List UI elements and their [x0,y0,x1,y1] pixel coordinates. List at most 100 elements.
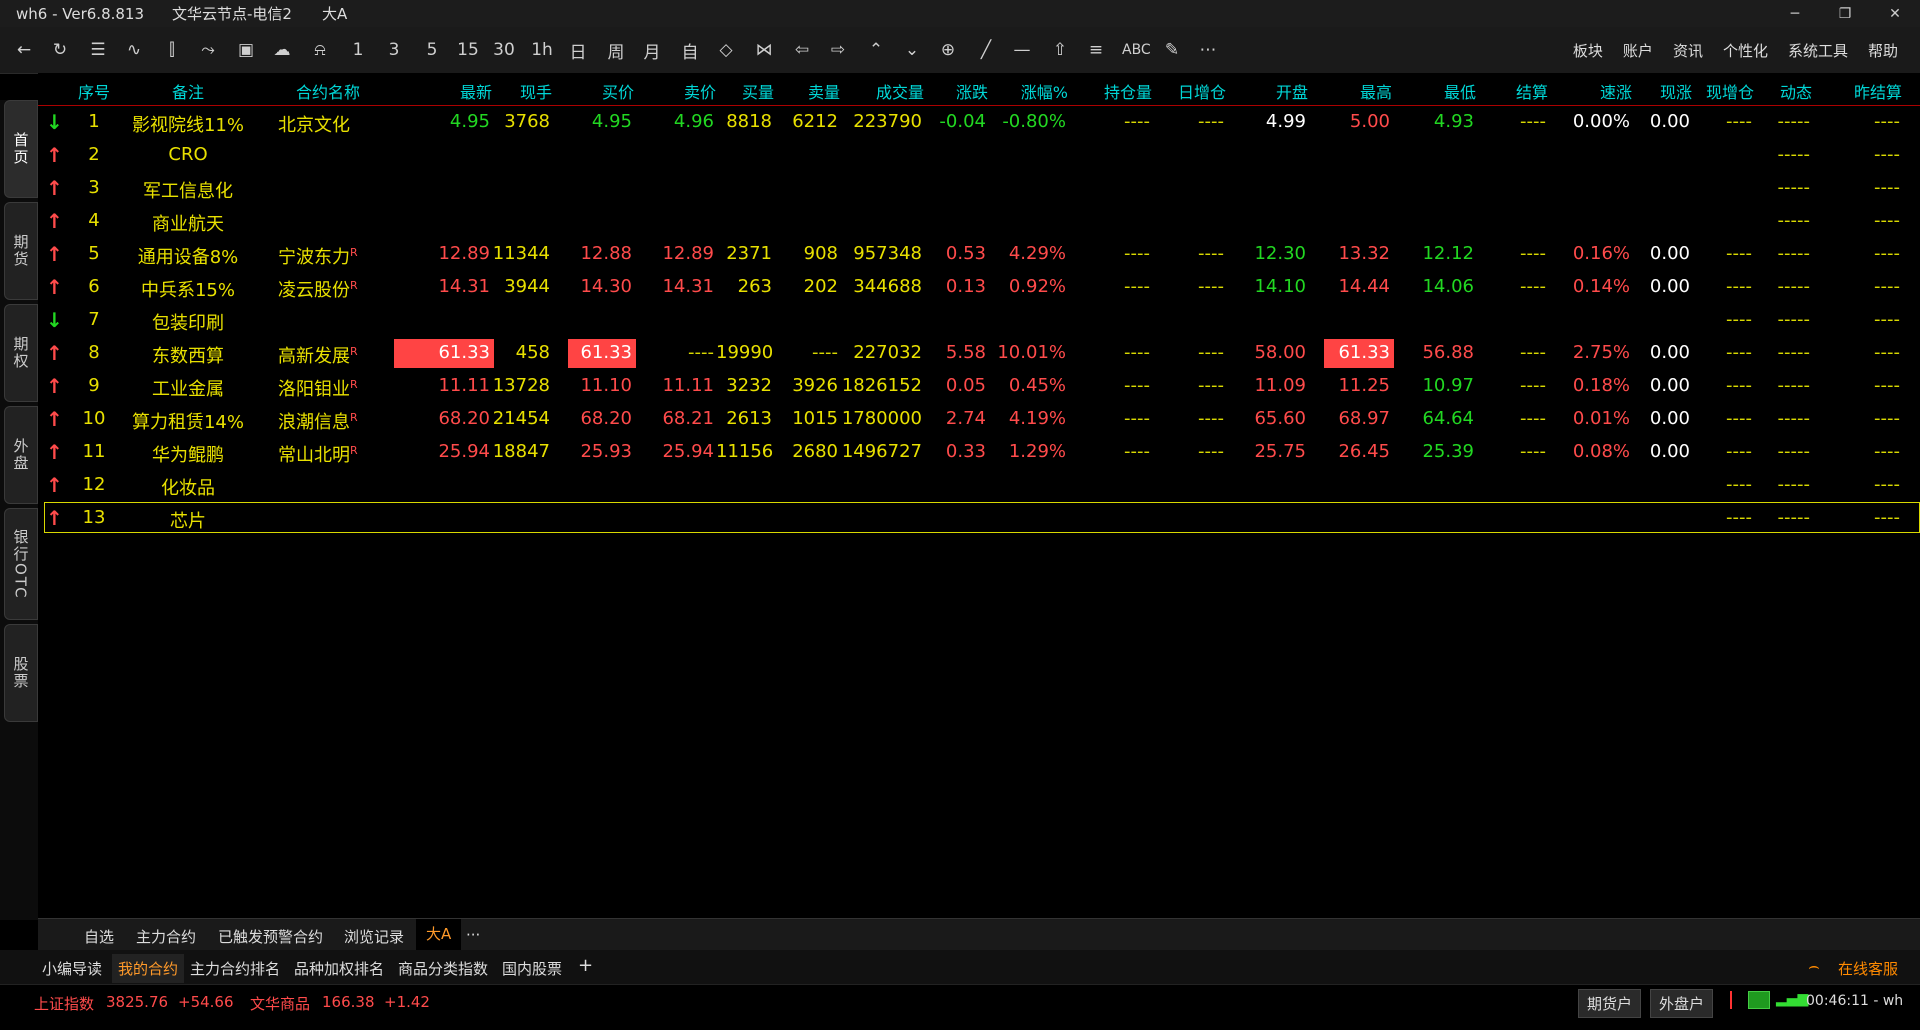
draw-line-icon[interactable]: ╱ [974,37,998,63]
fibonacci-icon[interactable]: ≡ [1084,37,1108,63]
column-header[interactable]: 结算 [1476,79,1548,103]
period-day-button[interactable]: 日 [566,37,590,63]
period-1h-button[interactable]: 1h [530,37,554,63]
table-row[interactable]: ↑ 6 中兵系15% 凌云股份R 14.31 3944 14.30 14.31 263 202 34… [38,271,1920,304]
candlestick-icon[interactable]: ⫿ [160,37,184,63]
line-chart-icon[interactable]: ∿ [122,37,146,63]
nav-main-ranking[interactable]: 主力合约排名 [190,958,280,979]
online-service-link[interactable]: 在线客服 [1838,958,1898,979]
tab-more[interactable]: ··· [466,926,480,944]
table-row[interactable]: ↑ 2 CRO ----- ---- [38,139,1920,172]
sidetab-home[interactable]: 首页 [4,100,38,198]
period-week-button[interactable]: 周 [604,37,628,63]
column-header[interactable]: 买量 [716,79,774,103]
alarm-bell-icon[interactable]: ⍾ [308,37,332,63]
column-header[interactable]: 昨结算 [1812,79,1902,103]
add-tab-button[interactable]: + [578,955,593,976]
indicator-icon[interactable]: ⤳ [196,37,220,63]
column-header[interactable]: 卖价 [634,79,716,103]
sidetab-options[interactable]: 期权 [4,304,38,402]
headset-icon[interactable]: ⌢ [1808,956,1820,977]
table-row[interactable]: ↑ 8 东数西算 高新发展R 61.33 458 61.33 ---- 19990 ---- 227… [38,337,1920,370]
table-row[interactable]: ↑ 13 芯片 ---- ----- ---- [38,502,1920,535]
table-row[interactable]: ↑ 3 军工信息化 ----- ---- [38,172,1920,205]
column-header[interactable]: 备注 [108,79,268,103]
table-row[interactable]: ↑ 10 算力租赁14% 浪潮信息R 68.20 21454 68.20 68.21 2613 1… [38,403,1920,436]
nav-editor-guide[interactable]: 小编导读 [42,958,102,979]
column-header[interactable]: 开盘 [1226,79,1308,103]
keyboard-icon[interactable] [1748,991,1770,1009]
table-row[interactable]: ↑ 4 商业航天 ----- ---- [38,205,1920,238]
table-row[interactable]: ↓ 1 影视院线11% 北京文化 4.95 3768 4.95 4.96 8818 6212 223… [38,106,1920,139]
column-header[interactable]: 现增仓 [1692,79,1754,103]
column-header[interactable]: 最新 [378,79,492,103]
table-row[interactable]: ↑ 11 华为鲲鹏 常山北明R 25.94 18847 25.93 25.94 11156 268… [38,436,1920,469]
sidetab-futures[interactable]: 期货 [4,202,38,300]
period-custom-button[interactable]: 自 [678,37,702,63]
server-node[interactable]: 文华云节点-电信2 [172,3,292,24]
column-header[interactable]: 买价 [552,79,634,103]
menu-sector[interactable]: 板块 [1573,40,1603,61]
cloud-sync-icon[interactable]: ☁ [270,37,294,63]
tab-watchlist[interactable]: 自选 [84,926,114,947]
zoom-out-icon[interactable]: ⋈ [752,37,776,63]
foreign-account-button[interactable]: 外盘户 [1650,989,1714,1018]
up-arrow-icon[interactable]: ⇧ [1048,37,1072,63]
more-icon[interactable]: ⋯ [1196,37,1220,63]
sidetab-foreign[interactable]: 外盘 [4,406,38,504]
menu-personalize[interactable]: 个性化 [1723,40,1768,61]
period-15-button[interactable]: 15 [456,37,480,63]
sidetab-stocks[interactable]: 股票 [4,624,38,722]
column-header[interactable]: 最低 [1392,79,1476,103]
text-tool-button[interactable]: ABC [1122,37,1151,63]
period-3-button[interactable]: 3 [382,37,406,63]
tab-main-contracts[interactable]: 主力合约 [136,926,196,947]
futures-account-button[interactable]: 期货户 [1578,989,1642,1018]
column-header[interactable]: 涨幅% [988,79,1068,103]
period-5-button[interactable]: 5 [420,37,444,63]
column-header[interactable]: 涨跌 [924,79,988,103]
sidetab-bank-otc[interactable]: 银行OTC [4,508,38,620]
f10-icon[interactable]: ▣ [234,37,258,63]
minimize-icon[interactable]: ─ [1770,0,1820,27]
nav-my-contracts[interactable]: 我的合约 [112,954,185,983]
period-month-button[interactable]: 月 [640,37,664,63]
tab-history[interactable]: 浏览记录 [344,926,404,947]
tab-triggered-alerts[interactable]: 已触发预警合约 [218,926,323,947]
index1-name[interactable]: 上证指数 [34,993,94,1014]
column-header[interactable]: 持仓量 [1068,79,1152,103]
eraser-icon[interactable]: ✎ [1160,37,1184,63]
period-1-button[interactable]: 1 [346,37,370,63]
tab-da-a[interactable]: 大A [416,919,462,950]
column-header[interactable]: 日增仓 [1152,79,1226,103]
table-row[interactable]: ↑ 9 工业金属 洛阳钼业R 11.11 13728 11.10 11.11 3232 3926 1… [38,370,1920,403]
column-header[interactable]: 成交量 [840,79,924,103]
column-header[interactable]: 现手 [492,79,552,103]
horizontal-line-icon[interactable]: — [1010,37,1034,63]
arrow-up-icon[interactable]: ⌃ [864,37,888,63]
menu-help[interactable]: 帮助 [1868,40,1898,61]
nav-domestic-stocks[interactable]: 国内股票 [502,958,562,979]
column-header[interactable]: 速涨 [1548,79,1632,103]
table-row[interactable]: ↓ 7 包装印刷 ---- ----- ---- [38,304,1920,337]
nav-weighted-ranking[interactable]: 品种加权排名 [294,958,384,979]
menu-news[interactable]: 资讯 [1673,40,1703,61]
restore-icon[interactable]: ❐ [1820,0,1870,27]
crosshair-icon[interactable]: ⊕ [936,37,960,63]
quote-list-icon[interactable]: ☰ [86,37,110,63]
period-30-button[interactable]: 30 [492,37,516,63]
menu-account[interactable]: 账户 [1623,40,1653,61]
arrow-down-icon[interactable]: ⌄ [900,37,924,63]
close-icon[interactable]: ✕ [1870,0,1920,27]
index2-name[interactable]: 文华商品 [250,993,310,1014]
table-row[interactable]: ↑ 12 化妆品 ---- ----- ---- [38,469,1920,502]
zoom-in-icon[interactable]: ◇ [714,37,738,63]
back-arrow-icon[interactable]: ← [12,37,36,63]
nav-commodity-index[interactable]: 商品分类指数 [398,958,488,979]
arrow-left-icon[interactable]: ⇦ [790,37,814,63]
column-header[interactable]: 最高 [1308,79,1392,103]
menu-system-tools[interactable]: 系统工具 [1788,40,1848,61]
column-header[interactable]: 现涨 [1632,79,1692,103]
refresh-icon[interactable]: ↻ [48,37,72,63]
column-header[interactable]: 合约名称 [278,79,378,103]
